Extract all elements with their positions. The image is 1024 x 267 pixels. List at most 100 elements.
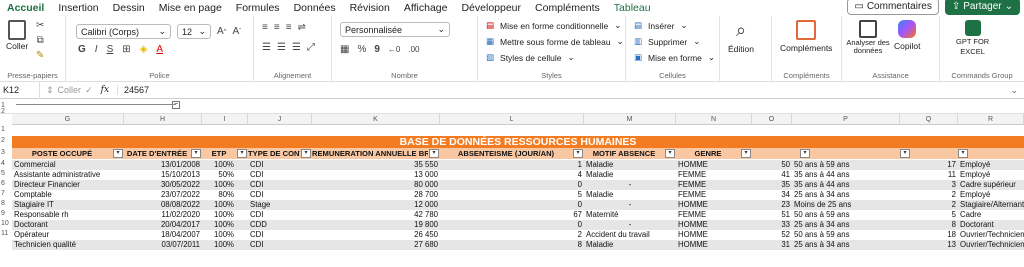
- table-cell[interactable]: 52: [752, 230, 792, 240]
- table-cell[interactable]: 100%: [202, 240, 236, 250]
- table-cell[interactable]: Maladie: [584, 170, 676, 180]
- table-cell[interactable]: 5: [900, 210, 958, 220]
- column-header-O[interactable]: O: [752, 114, 792, 125]
- table-cell[interactable]: 23: [752, 200, 792, 210]
- table-cell[interactable]: Moins de 25 ans: [792, 200, 900, 210]
- table-cell[interactable]: 2: [440, 230, 584, 240]
- row-number[interactable]: 7: [0, 190, 10, 197]
- table-cell[interactable]: Employé: [958, 170, 1024, 180]
- table-cell[interactable]: 100%: [202, 160, 236, 170]
- table-cell[interactable]: 23/07/2022: [124, 190, 202, 200]
- row-number[interactable]: 1: [0, 126, 10, 133]
- orientation-icon[interactable]: ⤢: [307, 42, 315, 53]
- table-cell[interactable]: Commercial: [12, 160, 124, 170]
- filter-dropdown-icon[interactable]: ▾: [800, 149, 810, 158]
- table-cell[interactable]: 13/01/2008: [124, 160, 202, 170]
- column-header-I[interactable]: I: [202, 114, 248, 125]
- table-cell[interactable]: HOMME: [676, 200, 752, 210]
- table-cell[interactable]: CDI: [248, 180, 312, 190]
- row-number[interactable]: 9: [0, 210, 10, 217]
- table-cell[interactable]: 80%: [202, 190, 236, 200]
- table-cell[interactable]: Stagiaire/Alternant: [958, 200, 1024, 210]
- number-format-select[interactable]: Personnalisée ⌄: [340, 22, 450, 37]
- analyze-data-button[interactable]: Analyser des données: [846, 20, 890, 55]
- filter-dropdown-icon[interactable]: ▾: [237, 149, 247, 158]
- tab-0[interactable]: Accueil: [0, 2, 51, 14]
- align-middle-icon[interactable]: ≡: [274, 22, 280, 33]
- collapse-group-icon[interactable]: −: [172, 101, 180, 109]
- table-cell[interactable]: HOMME: [676, 160, 752, 170]
- insert-button[interactable]: ▤ Insérer ⌄: [634, 20, 688, 31]
- table-cell[interactable]: 19 800: [312, 220, 440, 230]
- font-size-select[interactable]: 12 ⌄: [177, 24, 211, 39]
- tab-3[interactable]: Mise en page: [152, 2, 229, 14]
- underline-button[interactable]: S: [107, 44, 114, 55]
- table-cell[interactable]: 31: [752, 240, 792, 250]
- align-center-icon[interactable]: ☰: [277, 42, 286, 53]
- gpt-for-excel-button[interactable]: GPT FOR EXCEL: [956, 20, 989, 56]
- filter-dropdown-icon[interactable]: ▾: [741, 149, 751, 158]
- table-cell[interactable]: 50 ans à 59 ans: [792, 160, 900, 170]
- italic-button[interactable]: I: [95, 44, 98, 55]
- table-cell[interactable]: 0: [440, 200, 584, 210]
- table-cell[interactable]: 28 700: [312, 190, 440, 200]
- table-cell[interactable]: 2: [900, 190, 958, 200]
- table-cell[interactable]: Maladie: [584, 240, 676, 250]
- table-cell[interactable]: Ouvrier/Technicien: [958, 240, 1024, 250]
- table-cell[interactable]: CDI: [248, 170, 312, 180]
- row-number[interactable]: 10: [0, 220, 10, 227]
- wrap-text-icon[interactable]: ⇌: [298, 22, 306, 33]
- percent-button[interactable]: %: [357, 44, 366, 55]
- table-cell[interactable]: Maternité: [584, 210, 676, 220]
- table-cell[interactable]: 100%: [202, 200, 236, 210]
- tab-6[interactable]: Révision: [343, 2, 397, 14]
- tab-7[interactable]: Affichage: [397, 2, 455, 14]
- edit-button[interactable]: ⌕ Édition: [728, 20, 754, 54]
- table-cell[interactable]: Opérateur: [12, 230, 124, 240]
- table-cell[interactable]: Maladie: [584, 160, 676, 170]
- table-cell[interactable]: 80 000: [312, 180, 440, 190]
- row-number[interactable]: 2: [0, 108, 10, 115]
- table-cell[interactable]: 11: [900, 170, 958, 180]
- tab-4[interactable]: Formules: [229, 2, 287, 14]
- table-cell[interactable]: Accident du travail: [584, 230, 676, 240]
- table-cell[interactable]: CDI: [248, 160, 312, 170]
- row-number[interactable]: 6: [0, 180, 10, 187]
- format-as-table-button[interactable]: ▦ Mettre sous forme de tableau ⌄: [486, 36, 624, 47]
- table-cell[interactable]: 03/07/2011: [124, 240, 202, 250]
- table-cell[interactable]: 8: [900, 220, 958, 230]
- table-cell[interactable]: Technicien qualité: [12, 240, 124, 250]
- row-number[interactable]: 4: [0, 160, 10, 167]
- table-cell[interactable]: Employé: [958, 190, 1024, 200]
- table-cell[interactable]: Directeur Financier: [12, 180, 124, 190]
- table-cell[interactable]: 42 780: [312, 210, 440, 220]
- table-cell[interactable]: 4: [440, 170, 584, 180]
- table-cell[interactable]: 27 680: [312, 240, 440, 250]
- table-cell[interactable]: -: [584, 180, 676, 190]
- table-cell[interactable]: 8: [440, 240, 584, 250]
- formula-input[interactable]: 24567: [117, 85, 149, 95]
- table-cell[interactable]: 50%: [202, 170, 236, 180]
- table-cell[interactable]: -: [584, 220, 676, 230]
- table-cell[interactable]: 20/04/2017: [124, 220, 202, 230]
- copy-icon[interactable]: ⧉: [37, 35, 44, 46]
- share-button[interactable]: ⇪ Partager ⌄: [944, 0, 1020, 15]
- table-cell[interactable]: Maladie: [584, 190, 676, 200]
- filter-dropdown-icon[interactable]: ▾: [113, 149, 123, 158]
- decrease-font-icon[interactable]: Aˇ: [233, 26, 242, 37]
- table-cell[interactable]: 35 ans à 44 ans: [792, 170, 900, 180]
- table-cell[interactable]: Assistante administrative: [12, 170, 124, 180]
- column-header-G[interactable]: G: [12, 114, 124, 125]
- table-cell[interactable]: 13: [900, 240, 958, 250]
- table-cell[interactable]: 34: [752, 190, 792, 200]
- spreadsheet-grid[interactable]: − BASE DE DONNÉES RESSOURCES HUMAINES GH…: [0, 99, 1024, 267]
- table-cell[interactable]: CDI: [248, 240, 312, 250]
- decrease-decimal-icon[interactable]: .00: [408, 45, 419, 54]
- expand-formula-icon[interactable]: ⌄: [1010, 85, 1018, 96]
- table-cell[interactable]: Employé: [958, 160, 1024, 170]
- table-cell[interactable]: 35 550: [312, 160, 440, 170]
- table-cell[interactable]: Cadre supérieur: [958, 180, 1024, 190]
- table-cell[interactable]: Ouvrier/Technicien: [958, 230, 1024, 240]
- align-bottom-icon[interactable]: ≡: [286, 22, 292, 33]
- table-cell[interactable]: 15/10/2013: [124, 170, 202, 180]
